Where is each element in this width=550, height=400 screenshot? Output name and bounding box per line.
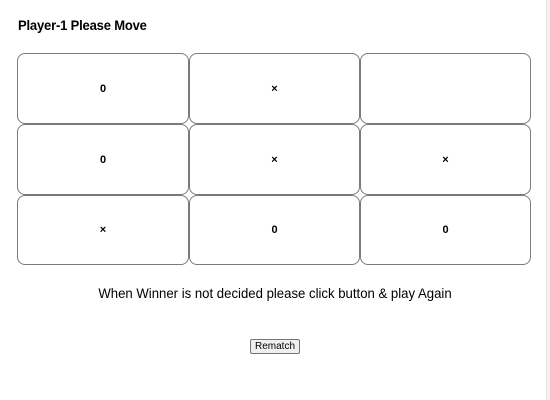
game-page: Player-1 Please Move 0 × 0 × × × 0 0 Whe… <box>0 0 550 400</box>
board-cell-r3-c1[interactable]: × <box>17 195 189 265</box>
result-message: When Winner is not decided please click … <box>98 285 452 301</box>
board-cell-r2-c2[interactable]: × <box>189 124 360 195</box>
tic-tac-toe-board: 0 × 0 × × × 0 0 <box>17 53 531 265</box>
board-cell-r3-c3[interactable]: 0 <box>360 195 531 265</box>
rematch-container: Rematch <box>0 336 550 354</box>
board-cell-r2-c1[interactable]: 0 <box>17 124 189 195</box>
board-cell-r3-c2[interactable]: 0 <box>189 195 360 265</box>
board-cell-r2-c3[interactable]: × <box>360 124 531 195</box>
turn-status: Player-1 Please Move <box>18 17 147 33</box>
rematch-button[interactable]: Rematch <box>249 339 300 354</box>
board-cell-r1-c1[interactable]: 0 <box>17 53 189 124</box>
scrollbar[interactable] <box>546 0 550 400</box>
board-cell-r1-c2[interactable]: × <box>189 53 360 124</box>
board-cell-r1-c3[interactable] <box>360 53 531 124</box>
